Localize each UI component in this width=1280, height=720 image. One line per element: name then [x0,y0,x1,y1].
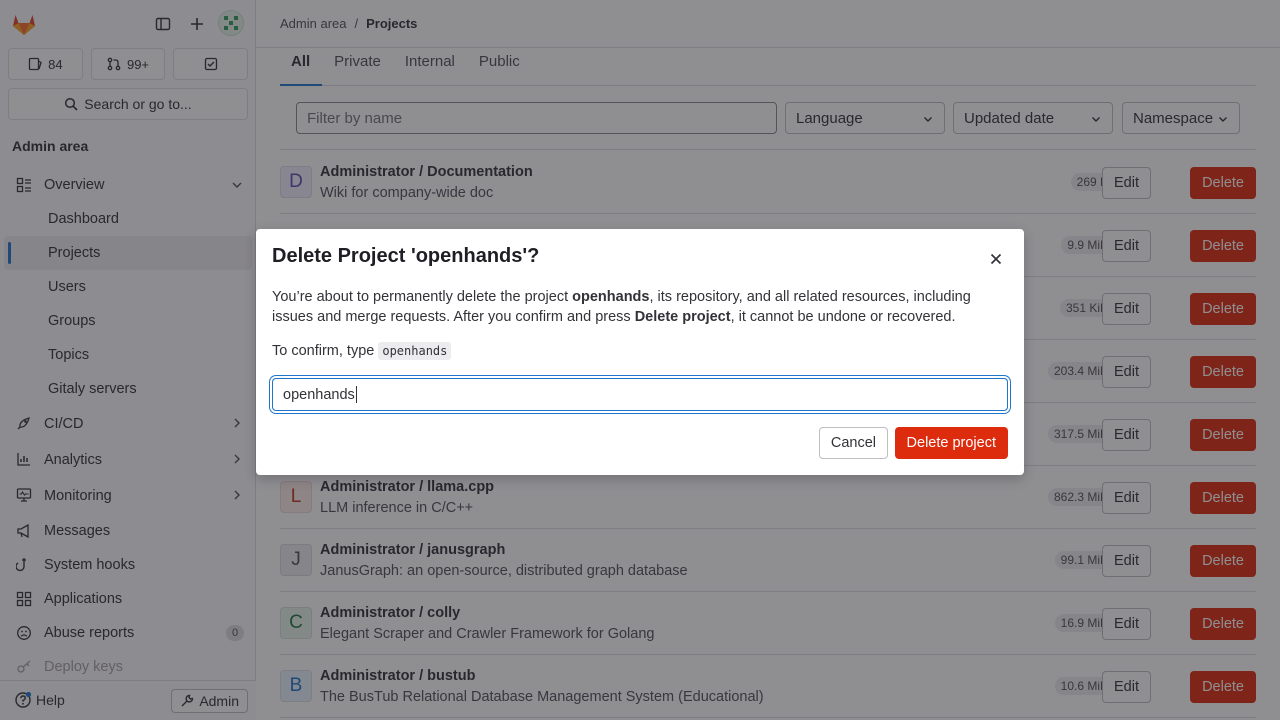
confirm-label: To confirm, type [272,343,375,359]
confirm-project-name-input[interactable]: openhands [272,378,1008,411]
modal-title: Delete Project 'openhands'? [272,245,540,267]
confirm-code: openhands [378,342,452,360]
modal-message-text: , it cannot be undone or recovered. [730,309,956,325]
cancel-button[interactable]: Cancel [818,427,888,459]
confirm-instruction: To confirm, type openhands [272,342,452,360]
modal-action-name: Delete project [634,309,731,325]
text-caret [355,386,357,403]
modal-message-text: You’re about to permanently delete the p… [272,289,573,305]
modal-message: You’re about to permanently delete the p… [272,287,1012,327]
close-icon[interactable] [984,247,1008,271]
delete-project-modal: Delete Project 'openhands'? You’re about… [256,229,1024,475]
modal-project-name: openhands [572,289,650,305]
delete-project-button[interactable]: Delete project [894,427,1008,459]
confirm-input-value: openhands [283,386,355,403]
